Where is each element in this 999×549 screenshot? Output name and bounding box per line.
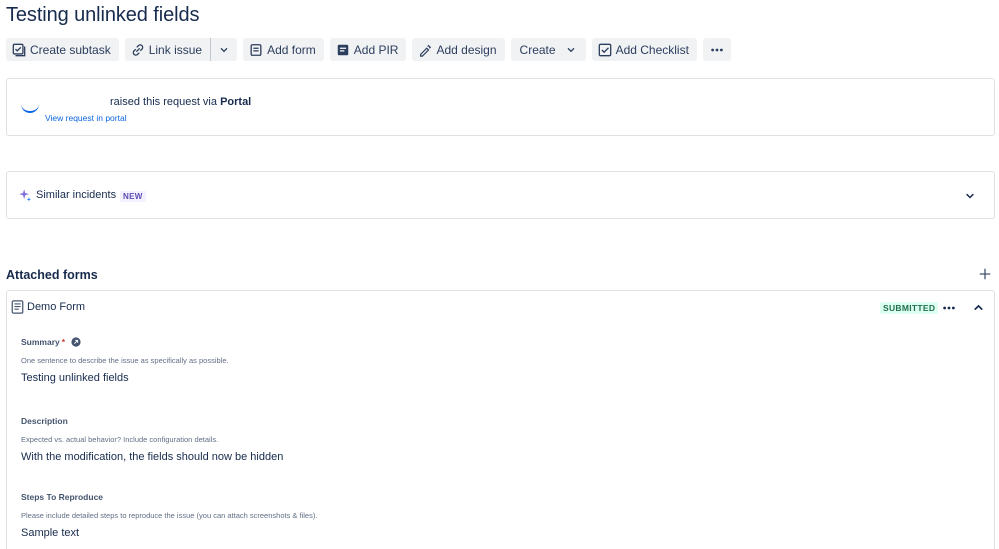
sparkle-icon xyxy=(19,189,32,202)
view-request-link[interactable]: View request in portal xyxy=(45,113,127,123)
form-icon xyxy=(250,43,262,56)
steps-to-reproduce-field: Steps To Reproduce Please include detail… xyxy=(21,492,317,539)
request-card: raised this request via Portal View requ… xyxy=(6,78,995,136)
add-icon[interactable] xyxy=(978,267,992,281)
raised-text: raised this request via Portal xyxy=(110,96,251,108)
linked-field-icon xyxy=(71,337,81,347)
add-design-button[interactable]: Add design xyxy=(412,38,505,61)
more-actions-button[interactable] xyxy=(702,38,731,61)
link-issue-button[interactable]: Link issue xyxy=(124,38,211,61)
add-design-label: Add design xyxy=(436,42,497,57)
add-checklist-label: Add Checklist xyxy=(615,42,689,57)
raised-prefix: raised this request via xyxy=(110,96,217,108)
link-icon xyxy=(132,43,143,56)
add-form-button[interactable]: Add form xyxy=(243,38,324,61)
create-subtask-button[interactable]: Create subtask xyxy=(6,38,119,61)
add-checklist-button[interactable]: Add Checklist xyxy=(591,38,697,61)
create-button[interactable]: Create xyxy=(510,38,586,61)
create-label: Create xyxy=(519,42,556,57)
summary-field: Summary * One sentence to describe the i… xyxy=(21,337,229,384)
avatar xyxy=(21,95,39,113)
chevron-down-icon xyxy=(220,47,228,52)
page-title: Testing unlinked fields xyxy=(6,4,200,26)
add-form-label: Add form xyxy=(267,42,316,57)
chevron-up-icon[interactable] xyxy=(972,301,985,314)
field-label: Summary xyxy=(21,337,60,347)
similar-incidents-label: Similar incidents xyxy=(36,189,117,201)
toolbar: Create subtask Link issue Add form Add P… xyxy=(6,38,731,61)
add-pir-button[interactable]: Add PIR xyxy=(329,38,407,61)
demo-form-panel: Demo Form SUBMITTED Summary * One senten… xyxy=(6,290,995,549)
required-marker: * xyxy=(61,337,66,347)
form-name: Demo Form xyxy=(27,301,86,313)
field-value[interactable]: With the modification, the fields should… xyxy=(21,451,283,463)
link-issue-split: Link issue xyxy=(124,38,238,61)
new-badge: NEW xyxy=(120,191,146,202)
link-issue-label: Link issue xyxy=(148,42,203,57)
subtask-icon xyxy=(12,43,26,56)
chevron-down-icon xyxy=(567,47,574,52)
field-label: Steps To Reproduce xyxy=(21,492,104,502)
description-field: Description Expected vs. actual behavior… xyxy=(21,416,283,463)
design-icon xyxy=(420,44,432,57)
more-icon xyxy=(711,48,723,51)
field-value[interactable]: Testing unlinked fields xyxy=(21,372,229,384)
chevron-down-icon[interactable] xyxy=(964,190,976,202)
field-value[interactable]: Sample text xyxy=(21,527,317,539)
more-icon[interactable] xyxy=(941,301,957,315)
summary-label-row: Summary * xyxy=(21,337,229,347)
create-subtask-label: Create subtask xyxy=(30,42,111,57)
status-badge: SUBMITTED xyxy=(880,302,939,314)
add-pir-label: Add PIR xyxy=(353,42,399,57)
field-help: Please include detailed steps to reprodu… xyxy=(21,511,318,520)
checklist-icon xyxy=(598,43,611,56)
pir-icon xyxy=(337,44,349,55)
field-help: One sentence to describe the issue as sp… xyxy=(21,356,229,365)
similar-incidents-panel[interactable]: Similar incidents NEW xyxy=(6,171,995,219)
attached-forms-title: Attached forms xyxy=(6,268,98,282)
form-icon xyxy=(11,300,24,314)
link-issue-dropdown-button[interactable] xyxy=(211,38,238,61)
request-channel: Portal xyxy=(220,96,252,108)
field-help: Expected vs. actual behavior? Include co… xyxy=(21,435,219,444)
field-label: Description xyxy=(21,416,68,426)
